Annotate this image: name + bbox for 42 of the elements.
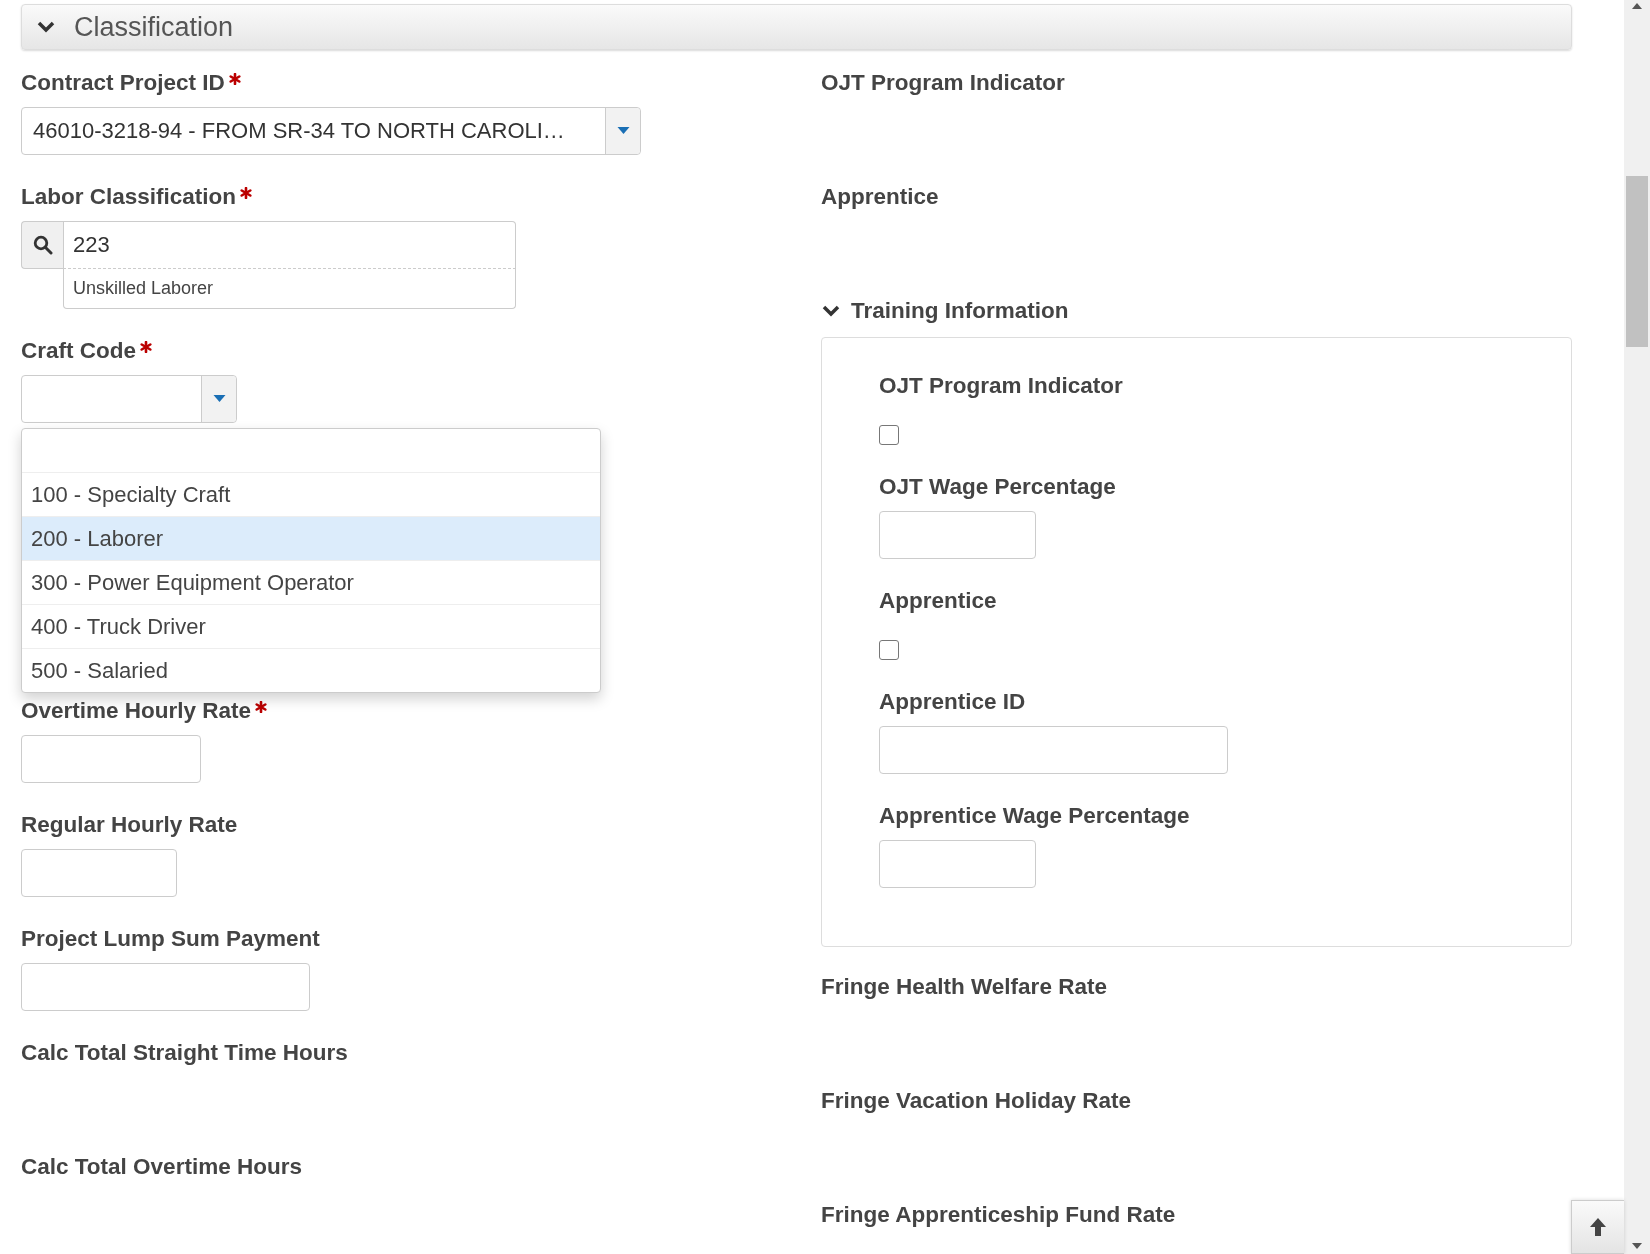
field-label: Contract Project ID [21, 70, 225, 96]
dropdown-option[interactable]: 200 - Laborer [22, 516, 600, 560]
lookup-description: Unskilled Laborer [63, 269, 516, 309]
input-field[interactable] [21, 735, 201, 783]
field-label: Apprentice Wage Percentage [879, 803, 1190, 829]
scroll-down-icon[interactable] [1632, 1243, 1642, 1249]
dropdown-option[interactable]: 500 - Salaried [22, 648, 600, 692]
field-label: Apprentice [821, 184, 939, 210]
input-field[interactable] [21, 963, 310, 1011]
field-label: OJT Program Indicator [879, 373, 1123, 399]
section-header[interactable]: Classification [21, 4, 1572, 50]
input-field[interactable] [879, 726, 1228, 774]
field-label: Fringe Apprenticeship Fund Rate [821, 1202, 1176, 1228]
field-label: Calc Total Straight Time Hours [21, 1040, 348, 1066]
field-label: Regular Hourly Rate [21, 812, 238, 838]
scrollbar-thumb[interactable] [1626, 176, 1648, 347]
lookup-field[interactable]: 223 [63, 221, 516, 269]
search-icon [32, 235, 53, 255]
field-label: Fringe Health Welfare Rate [821, 974, 1107, 1000]
checkbox[interactable] [879, 425, 899, 445]
back-to-top-button[interactable] [1571, 1200, 1624, 1254]
field-label: Labor Classification [21, 184, 237, 210]
field-label: Fringe Vacation Holiday Rate [821, 1088, 1132, 1114]
field-label: Overtime Hourly Rate [21, 698, 252, 724]
field-label: Apprentice ID [879, 689, 1026, 715]
input-field[interactable] [21, 849, 177, 897]
field-label: Calc Total Overtime Hours [21, 1154, 302, 1180]
field-label: OJT Wage Percentage [879, 474, 1116, 500]
input-field[interactable] [879, 840, 1036, 888]
scrollbar[interactable] [1624, 0, 1650, 1254]
dropdown-option[interactable]: 300 - Power Equipment Operator [22, 560, 600, 604]
up-arrow-icon [1588, 1217, 1608, 1237]
search-button[interactable] [21, 221, 63, 269]
dropdown-option[interactable]: 400 - Truck Driver [22, 604, 600, 648]
field-label: Apprentice [879, 588, 997, 614]
field-label: Craft Code [21, 338, 136, 364]
scroll-up-icon[interactable] [1632, 3, 1642, 9]
field-label: OJT Program Indicator [821, 70, 1065, 96]
checkbox[interactable] [879, 640, 899, 660]
training-toggle[interactable]: Training Information [821, 297, 1572, 325]
input-field[interactable] [879, 511, 1036, 559]
field-label: Project Lump Sum Payment [21, 926, 320, 952]
